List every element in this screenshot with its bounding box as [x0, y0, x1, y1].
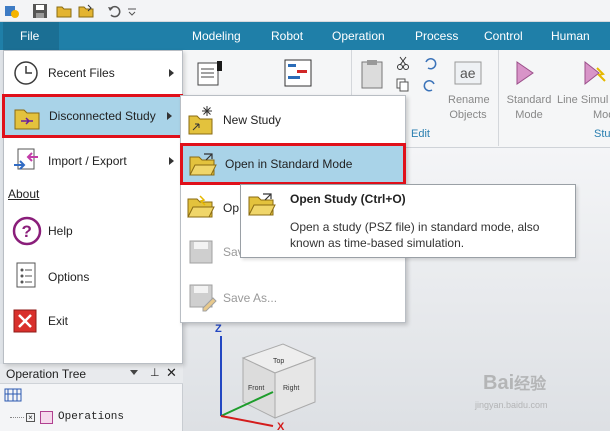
quick-access-toolbar — [0, 0, 610, 22]
about-heading: About — [8, 187, 40, 201]
submenu-new-study[interactable]: New Study — [181, 100, 405, 140]
close-panel-icon[interactable]: ✕ — [166, 365, 177, 381]
operation-tree-title: Operation Tree — [6, 367, 87, 381]
submenu-save-as: Save As... — [181, 278, 405, 318]
dropdown-icon[interactable] — [124, 3, 140, 19]
disconnected-study-label: Disconnected Study — [49, 109, 156, 123]
tooltip-description-line1: Open a study (PSZ file) in standard mode… — [290, 220, 540, 234]
menu-disconnected-study[interactable]: Disconnected Study — [2, 94, 183, 138]
rename-objects-label[interactable]: Rename Objects — [448, 93, 490, 123]
tab-file[interactable]: File — [3, 22, 59, 50]
options-label: Options — [48, 270, 90, 284]
operation-tree-header: Operation Tree ⊥ ✕ — [0, 364, 183, 384]
submenu-arrow-icon — [169, 69, 174, 77]
panel-dropdown-icon[interactable] — [130, 370, 138, 375]
help-icon: ? — [12, 216, 42, 246]
view-cube-top[interactable]: Top — [273, 358, 284, 365]
edit-group-label: Edit — [411, 128, 430, 140]
save-as-disabled-icon — [189, 284, 217, 312]
import-export-label: Import / Export — [48, 154, 127, 168]
watermark-url: jingyan.baidu.com — [475, 400, 548, 410]
submenu-open-standard-mode[interactable]: Open in Standard Mode — [180, 143, 406, 185]
svg-text:?: ? — [22, 222, 32, 241]
menu-import-export[interactable]: Import / Export — [4, 141, 182, 181]
standard-mode-label[interactable]: Standard Mode — [505, 93, 553, 123]
svg-text:ae: ae — [460, 65, 476, 81]
menu-exit[interactable]: Exit — [4, 301, 182, 341]
help-label: Help — [48, 224, 73, 238]
redo-ribbon-icon[interactable] — [423, 78, 437, 95]
expand-icon[interactable]: × — [26, 413, 35, 422]
paste-icon[interactable] — [358, 58, 388, 95]
tab-control[interactable]: Control — [484, 22, 523, 50]
submenu-arrow-icon — [169, 157, 174, 165]
disconnected-study-icon — [14, 109, 40, 130]
x-axis-label: X — [277, 421, 285, 431]
cut-icon[interactable] — [396, 56, 410, 73]
exit-label: Exit — [48, 314, 69, 328]
open-study-icon — [189, 153, 217, 176]
tooltip-description-line2: known as time-based simulation. — [290, 236, 465, 250]
tooltip-open-study-icon — [248, 193, 276, 216]
open-study-tooltip: Open Study (Ctrl+O) Open a study (PSZ fi… — [240, 184, 576, 258]
view-cube-front[interactable]: Front — [248, 385, 264, 392]
menu-recent-files[interactable]: Recent Files — [4, 53, 182, 93]
open-icon[interactable] — [56, 3, 72, 19]
menu-options[interactable]: Options — [4, 257, 182, 297]
undo-ribbon-icon[interactable] — [423, 56, 437, 73]
tooltip-title: Open Study (Ctrl+O) — [290, 192, 406, 206]
tab-robot[interactable]: Robot — [271, 22, 303, 50]
exit-icon — [13, 309, 37, 333]
watermark-brand: Bai经验 — [483, 372, 547, 394]
pin-icon[interactable]: ⊥ — [150, 366, 160, 379]
open-study-line-icon — [187, 195, 215, 218]
options-icon — [16, 262, 36, 288]
open-standard-mode-label: Open in Standard Mode — [225, 157, 353, 171]
tab-modeling[interactable]: Modeling — [192, 22, 241, 50]
tab-operation[interactable]: Operation — [332, 22, 385, 50]
tab-process[interactable]: Process — [415, 22, 458, 50]
copy-icon[interactable] — [396, 78, 410, 95]
ribbon-tab-bar: Modeling Robot Operation Process Control… — [0, 22, 610, 50]
tree-item-operations[interactable]: × Operations — [10, 410, 178, 426]
new-study-icon — [188, 106, 213, 135]
view-cube-right[interactable]: Right — [283, 385, 299, 392]
standard-mode-icon[interactable] — [511, 58, 539, 91]
new-study-label: New Study — [223, 113, 282, 127]
sequence-editor-icon[interactable] — [283, 58, 315, 91]
z-axis-label: Z — [215, 323, 222, 335]
line-simulation-label[interactable]: Line SimulMode — [557, 93, 610, 123]
clock-icon — [14, 61, 38, 85]
line-simulation-icon[interactable] — [581, 58, 609, 91]
file-menu: Recent Files Disconnected Study Import /… — [2, 50, 183, 364]
submenu-arrow-icon — [167, 112, 172, 120]
open-folder-icon[interactable] — [78, 3, 94, 19]
save-as-label: Save As... — [223, 291, 278, 305]
tree-item-label: Operations — [58, 411, 125, 423]
recent-files-label: Recent Files — [48, 66, 115, 80]
tree-toolbar-icon[interactable] — [4, 388, 22, 405]
app-icon[interactable] — [4, 3, 20, 19]
tab-human[interactable]: Human — [551, 22, 590, 50]
rename-objects-icon[interactable]: ae — [453, 60, 483, 89]
ribbon-separator — [498, 50, 499, 146]
undo-icon[interactable] — [106, 3, 122, 19]
menu-help[interactable]: ? Help — [4, 211, 182, 251]
save-disabled-icon — [189, 240, 213, 264]
open-other-label: Op — [223, 201, 240, 215]
operations-root-icon — [40, 411, 53, 424]
save-icon[interactable] — [32, 3, 48, 19]
clipboard-icon[interactable] — [195, 58, 225, 91]
study-group-label: Stu — [594, 128, 610, 140]
import-export-icon — [14, 148, 38, 170]
view-cube[interactable]: Top Front Right Z X — [203, 318, 333, 431]
